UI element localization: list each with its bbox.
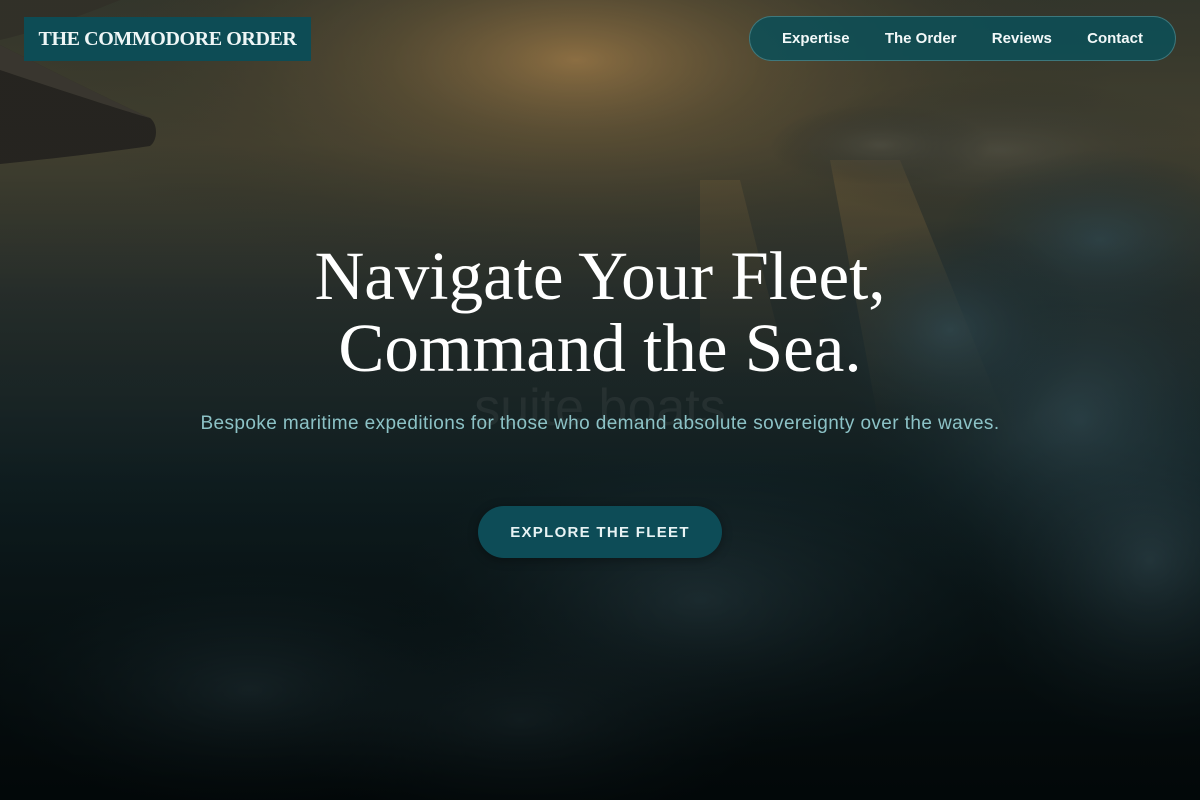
hero-background-image: suite boats xyxy=(0,0,1200,800)
hero-section: suite boats THE COMMODORE ORDER Expertis… xyxy=(0,0,1200,800)
nav-link-expertise[interactable]: Expertise xyxy=(782,30,850,47)
hero-headline: Navigate Your Fleet, Command the Sea. xyxy=(0,240,1200,384)
hero-tagline: Bespoke maritime expeditions for those w… xyxy=(200,413,1000,434)
brand-logo[interactable]: THE COMMODORE ORDER xyxy=(24,17,311,61)
explore-fleet-button[interactable]: EXPLORE THE FLEET xyxy=(478,506,722,558)
nav-link-the-order[interactable]: The Order xyxy=(885,30,957,47)
hero-headline-line-2: Command the Sea. xyxy=(338,310,862,386)
hero-headline-line-1: Navigate Your Fleet, xyxy=(314,238,886,314)
main-navigation: Expertise The Order Reviews Contact xyxy=(749,16,1176,61)
nav-link-reviews[interactable]: Reviews xyxy=(992,30,1052,47)
nav-link-contact[interactable]: Contact xyxy=(1087,30,1143,47)
